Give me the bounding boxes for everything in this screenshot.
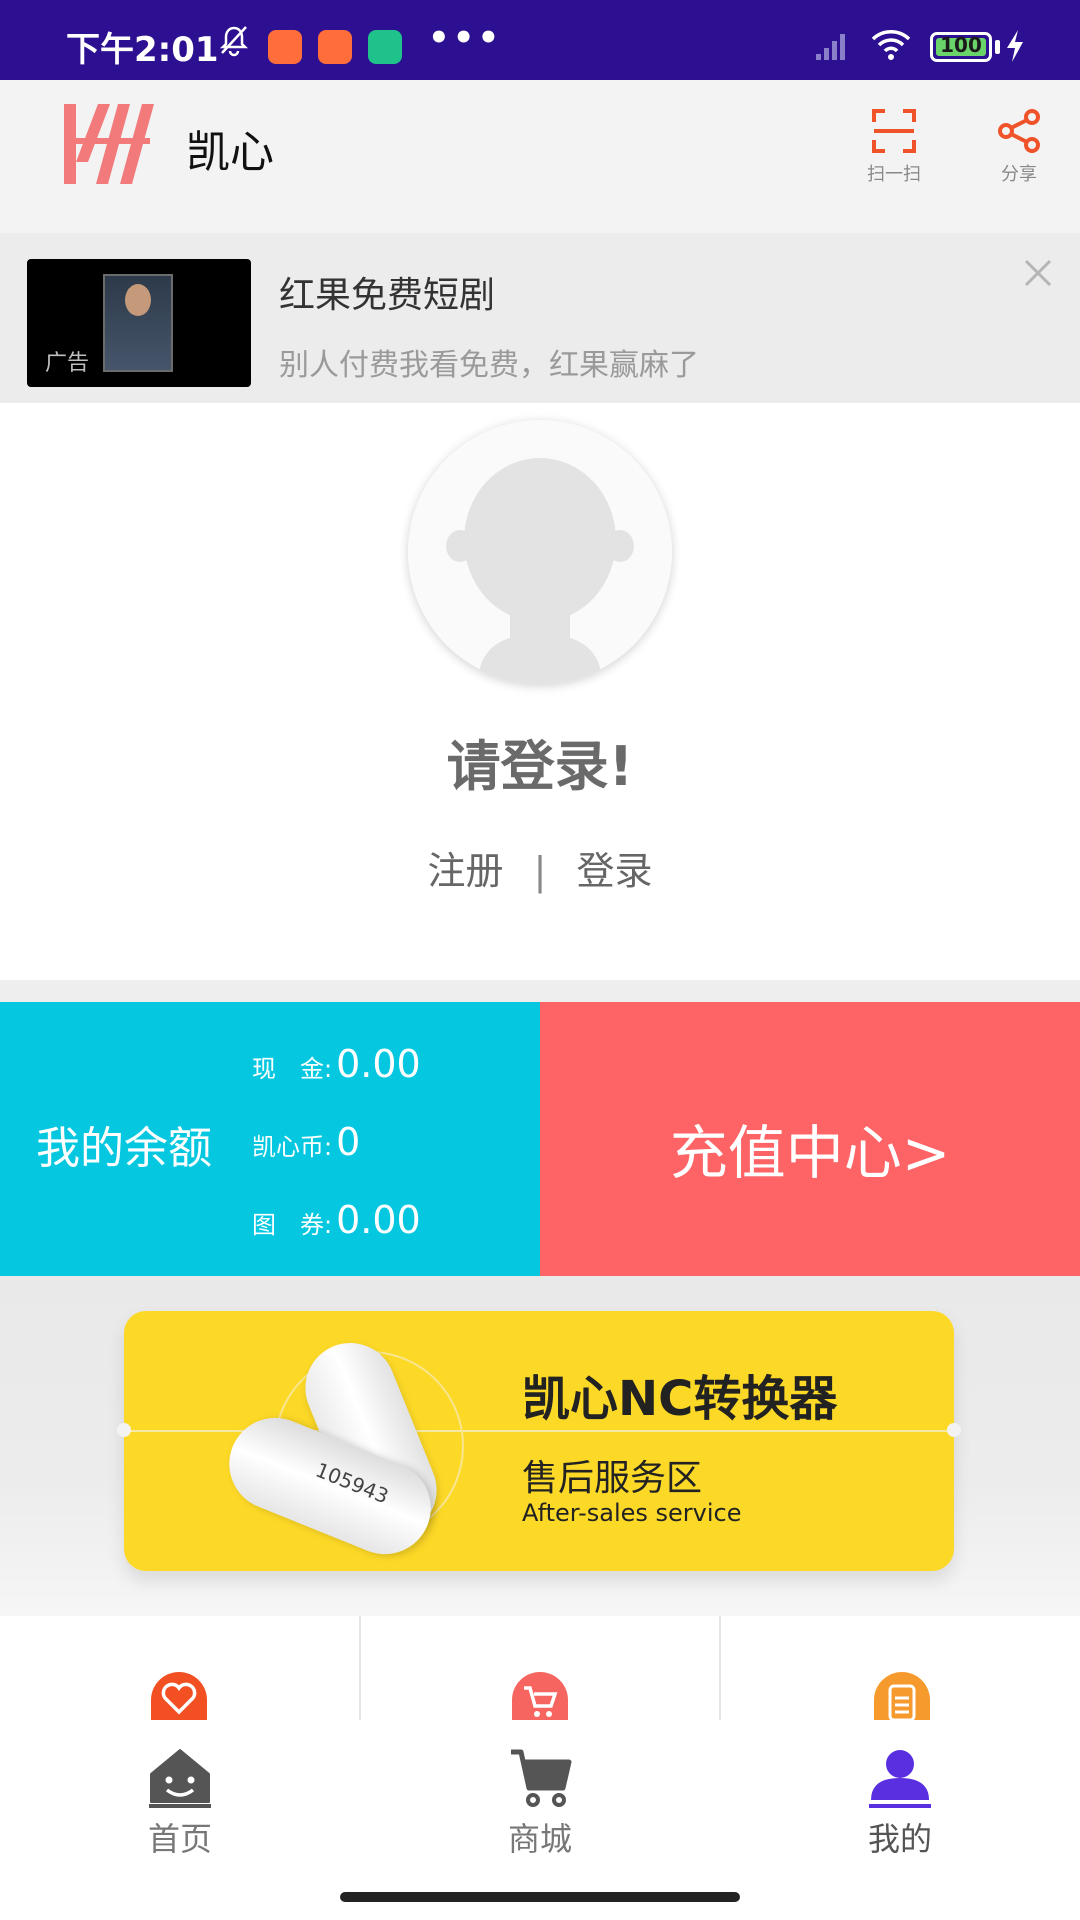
share-button[interactable]: 分享 bbox=[969, 108, 1069, 198]
share-label: 分享 bbox=[1001, 164, 1037, 185]
shield-icon bbox=[368, 30, 402, 64]
app-title: 凯心 bbox=[186, 127, 274, 178]
balance-row-coins: 凯心币: 0 bbox=[252, 1120, 360, 1164]
auth-links: 注册 | 登录 bbox=[0, 840, 1080, 895]
balance-panel[interactable]: 我的余额 现 金: 0.00 凯心币: 0 图 券: 0.00 bbox=[0, 1002, 540, 1276]
banner-subtitle-en: After-sales service bbox=[522, 1499, 742, 1527]
wifi-icon bbox=[871, 30, 911, 60]
balance-label: 凯心币: bbox=[252, 1133, 333, 1161]
recharge-label: 充值中心> bbox=[669, 1119, 951, 1187]
default-avatar-icon bbox=[446, 458, 634, 684]
cart-icon bbox=[511, 1749, 572, 1807]
balance-title: 我的余额 bbox=[36, 1123, 212, 1174]
ad-banner[interactable]: 广告 红果免费短剧 别人付费我看免费，红果赢麻了 bbox=[0, 233, 1080, 403]
app-notification-icon bbox=[318, 30, 352, 64]
status-bar: 下午2:01 ••• 100 bbox=[0, 0, 1080, 80]
nav-label: 首页 bbox=[147, 1820, 212, 1858]
login-prompt: 请登录! bbox=[446, 735, 634, 798]
battery-icon: 100 bbox=[930, 32, 992, 62]
nav-label: 我的 bbox=[867, 1820, 932, 1858]
balance-label: 现 金: bbox=[252, 1055, 333, 1083]
scan-button[interactable]: 扫一扫 bbox=[844, 108, 944, 198]
shopping-cart-icon[interactable] bbox=[512, 1672, 568, 1720]
bottom-navigation: 首页 商城 我的 bbox=[0, 1720, 1080, 1920]
charging-icon bbox=[1007, 30, 1023, 62]
balance-label: 图 券: bbox=[252, 1211, 333, 1239]
more-dots-icon: ••• bbox=[428, 18, 503, 58]
ad-tag: 广告 bbox=[45, 351, 90, 376]
balance-value: 0.00 bbox=[336, 1042, 421, 1086]
ad-thumbnail[interactable]: 广告 bbox=[27, 259, 251, 387]
scan-icon bbox=[872, 109, 916, 153]
divider bbox=[0, 980, 1080, 1002]
balance-value: 0.00 bbox=[336, 1198, 421, 1242]
nav-item-home[interactable]: 首页 bbox=[80, 1746, 280, 1860]
avatar[interactable] bbox=[408, 420, 672, 684]
nav-item-mine[interactable]: 我的 bbox=[800, 1746, 1000, 1860]
signal-icon bbox=[816, 34, 845, 60]
favorites-icon[interactable] bbox=[151, 1672, 207, 1720]
status-time: 下午2:01 bbox=[66, 30, 219, 70]
banner-title: 凯心NC转换器 bbox=[522, 1371, 838, 1427]
close-icon[interactable] bbox=[1018, 253, 1058, 293]
balance-row-vouchers: 图 券: 0.00 bbox=[252, 1198, 421, 1242]
quick-actions bbox=[0, 1616, 1080, 1720]
app-header: 凯心 扫一扫 分享 bbox=[0, 80, 1080, 233]
battery-level: 100 bbox=[940, 33, 982, 57]
promo-area: 105943 凯心NC转换器 售后服务区 After-sales service bbox=[0, 1276, 1080, 1616]
ad-title[interactable]: 红果免费短剧 bbox=[279, 266, 495, 318]
mute-bell-icon bbox=[219, 26, 249, 57]
app-notification-icon bbox=[268, 30, 302, 64]
register-link[interactable]: 注册 bbox=[427, 849, 503, 893]
nav-item-mall[interactable]: 商城 bbox=[440, 1746, 640, 1860]
scan-label: 扫一扫 bbox=[867, 164, 921, 185]
login-link[interactable]: 登录 bbox=[577, 849, 653, 893]
banner-subtitle: 售后服务区 bbox=[522, 1458, 703, 1499]
nav-label: 商城 bbox=[507, 1820, 572, 1858]
balance-row-cash: 现 金: 0.00 bbox=[252, 1042, 421, 1086]
recharge-center-button[interactable]: 充值中心> bbox=[540, 1002, 1080, 1276]
balance-value: 0 bbox=[336, 1120, 361, 1164]
app-logo bbox=[64, 104, 154, 184]
person-icon bbox=[869, 1750, 931, 1808]
link-separator: | bbox=[533, 849, 547, 893]
gesture-home-bar[interactable] bbox=[340, 1892, 740, 1902]
share-icon bbox=[998, 109, 1040, 153]
nc-converter-banner[interactable]: 105943 凯心NC转换器 售后服务区 After-sales service bbox=[117, 1311, 961, 1571]
ad-subtitle: 别人付费我看免费，红果赢麻了 bbox=[279, 348, 699, 383]
home-icon bbox=[149, 1749, 211, 1808]
orders-icon[interactable] bbox=[874, 1672, 930, 1720]
